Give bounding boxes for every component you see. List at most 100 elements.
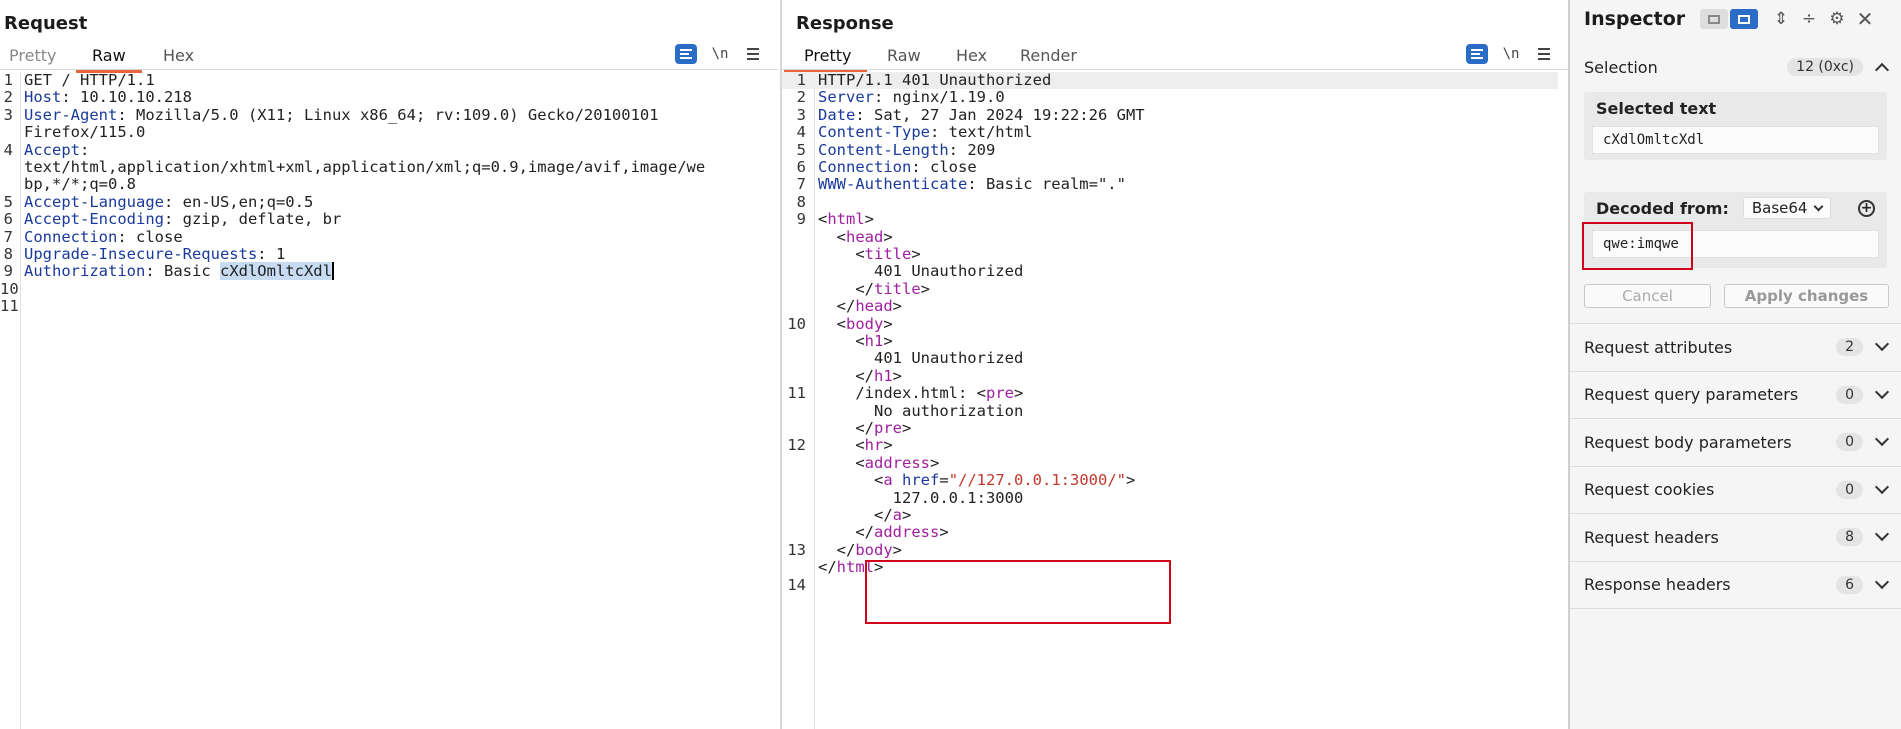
text-token: </: [818, 506, 893, 524]
inspector-layout-right-button[interactable]: [1730, 9, 1758, 29]
attribute-token: Content-Length: [818, 140, 949, 159]
line-content: </pre>: [818, 419, 911, 437]
text-token: 401 Unauthorized: [818, 262, 1024, 281]
inspector-section: Response headers 6: [1570, 562, 1901, 609]
inspector-section-header[interactable]: Request cookies 0: [1584, 467, 1890, 513]
text-token: </: [818, 523, 874, 542]
line-content: Connection: close: [818, 158, 977, 176]
chevron-down-icon: [1874, 479, 1890, 494]
line-content: 127.0.0.1:3000: [818, 488, 1024, 507]
close-icon[interactable]: ✕: [1854, 7, 1876, 31]
code-line: <address>: [782, 454, 1558, 472]
header-value: text/html,application/xhtml+xml,applicat…: [24, 158, 706, 176]
code-line: 10: [0, 280, 778, 298]
section-label: Request headers: [1584, 527, 1719, 547]
text-token: <: [818, 471, 884, 490]
request-tab-hex[interactable]: Hex: [163, 46, 194, 70]
line-content: </address>: [818, 523, 948, 542]
header-name: Accept: [24, 140, 80, 159]
line-content: Upgrade-Insecure-Requests: 1: [24, 245, 285, 263]
tag-name: a: [883, 471, 893, 490]
code-line: Firefox/115.0: [0, 123, 778, 141]
plus-circle-icon[interactable]: +: [1858, 199, 1875, 217]
inspector-section-header[interactable]: Response headers 6: [1584, 562, 1890, 608]
line-content: Content-Length: 209: [818, 140, 995, 159]
line-number: 9: [796, 210, 806, 229]
line-number: 4: [796, 123, 806, 142]
line-content: bp,*/*;q=0.8: [24, 176, 136, 193]
code-line: 8 Upgrade-Insecure-Requests: 1: [0, 245, 778, 263]
panel-icon: [1738, 14, 1750, 24]
header-value: : Basic: [145, 262, 220, 281]
request-tab-raw[interactable]: Raw: [76, 46, 142, 73]
text-token: : Sat, 27 Jan 2024 19:22:26 GMT: [855, 105, 1145, 124]
response-tab-pretty[interactable]: Pretty: [784, 46, 868, 73]
request-editor[interactable]: 1 GET / HTTP/1.1 2 Host: 10.10.10.218 3 User-…: [0, 71, 778, 729]
line-content: <h1>: [818, 332, 892, 350]
inspector-layout-left-button[interactable]: [1700, 9, 1728, 29]
line-content: Accept-Language: en-US,en;q=0.5: [24, 193, 313, 211]
selected-text-header: Selected text: [1596, 98, 1717, 118]
line-number: 5: [3, 192, 13, 211]
request-menu-button[interactable]: [742, 44, 764, 64]
request-tab-pretty[interactable]: Pretty: [9, 46, 56, 70]
inspector-section-header[interactable]: Request query parameters 0: [1584, 372, 1890, 418]
line-content: HTTP/1.1 401 Unauthorized: [818, 71, 1051, 89]
selected-text-value[interactable]: cXdlOmltcXdl: [1592, 126, 1879, 154]
line-content: 401 Unauthorized: [818, 263, 1023, 280]
text-token: </: [818, 366, 874, 385]
selection-label: Selection: [1584, 57, 1658, 77]
code-line: 9 <html>: [782, 210, 1558, 229]
code-line: 2 Host: 10.10.10.218: [0, 88, 778, 106]
tag-name: h1: [864, 332, 884, 350]
inspector-section-header[interactable]: Request headers 8: [1584, 514, 1890, 560]
code-line: 7 Connection: close: [0, 227, 778, 246]
response-tab-raw[interactable]: Raw: [887, 46, 921, 70]
response-tab-hex[interactable]: Hex: [956, 46, 987, 70]
response-menu-button[interactable]: [1533, 44, 1555, 64]
text-token: 127.0.0.1:3000: [818, 488, 1024, 507]
cancel-button[interactable]: Cancel: [1584, 284, 1711, 308]
expand-icon[interactable]: ⇕: [1770, 8, 1792, 30]
code-line: 1 HTTP/1.1 401 Unauthorized: [782, 71, 1558, 90]
text-token: =: [939, 471, 949, 490]
inspector-section: Request attributes 2: [1570, 324, 1901, 372]
header-name: Connection: [24, 227, 118, 246]
line-content: Accept:: [24, 140, 89, 159]
code-line: 11 /index.html: <pre>: [782, 384, 1558, 402]
request-wrap-button[interactable]: [675, 44, 697, 64]
response-newline-toggle[interactable]: \n: [1500, 44, 1522, 64]
response-editor[interactable]: 1 HTTP/1.1 401 Unauthorized 2 Server: nginx…: [782, 71, 1568, 729]
response-wrap-button[interactable]: [1466, 44, 1488, 64]
line-number: 2: [796, 88, 806, 107]
request-tabs: Pretty Raw Hex: [0, 44, 778, 73]
response-tab-render[interactable]: Render: [1020, 46, 1077, 70]
text-token: >: [892, 540, 902, 559]
apply-changes-button[interactable]: Apply changes: [1724, 284, 1889, 308]
encoding-select[interactable]: Base64: [1742, 197, 1832, 219]
line-content: text/html,application/xhtml+xml,applicat…: [24, 158, 706, 176]
request-pane: Request Pretty Raw Hex \n 1 GET / HTTP/1.…: [0, 0, 778, 729]
section-label: Request attributes: [1584, 337, 1733, 357]
collapse-icon[interactable]: ÷: [1798, 8, 1820, 30]
text-token: >: [883, 314, 893, 333]
chevron-down-icon: [1874, 384, 1890, 399]
selected-text[interactable]: cXdlOmltcXdl: [219, 262, 334, 281]
inspector-section-header[interactable]: Request attributes 2: [1584, 324, 1890, 370]
attribute-token: WWW-Authenticate: [818, 175, 968, 194]
line-number: 1: [796, 71, 806, 89]
code-line: 2 Server: nginx/1.19.0: [782, 88, 1558, 107]
gear-icon[interactable]: ⚙: [1826, 8, 1848, 30]
text-token: >: [920, 279, 931, 298]
line-content: </h1>: [818, 366, 903, 385]
code-line: </a>: [782, 506, 1558, 524]
inspector-toolbar: ⇕ ÷ ⚙ ✕: [1700, 7, 1876, 31]
text-token: <: [818, 436, 865, 455]
request-newline-toggle[interactable]: \n: [709, 44, 731, 64]
code-line: </head>: [782, 297, 1558, 315]
line-content: </a>: [818, 506, 911, 524]
selection-header[interactable]: Selection 12 (0xc): [1584, 44, 1890, 90]
line-number: 3: [796, 105, 806, 124]
text-token: >: [892, 366, 903, 385]
inspector-section-header[interactable]: Request body parameters 0: [1584, 419, 1890, 465]
